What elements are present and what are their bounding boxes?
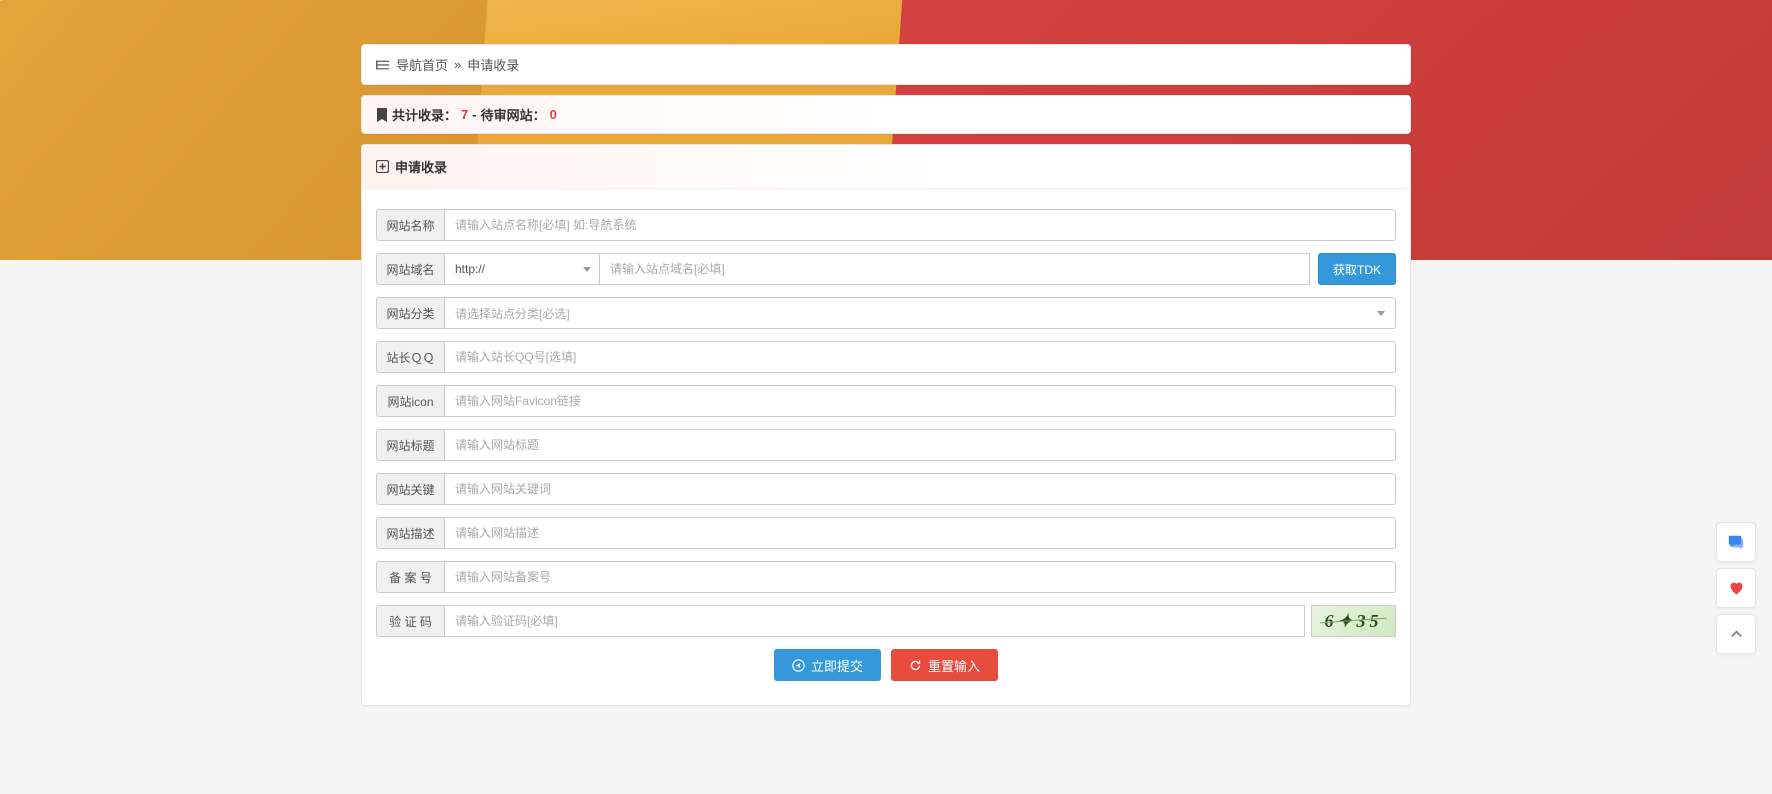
category-select[interactable]: 请选择站点分类[必选] [444,297,1396,329]
stats-pending-value: 0 [550,107,557,122]
get-tdk-button[interactable]: 获取TDK [1318,253,1396,285]
site-name-input[interactable] [444,209,1396,241]
label-keywords: 网站关键 [376,473,444,505]
submit-label: 立即提交 [811,656,863,675]
protocol-select[interactable]: http:// [444,253,599,285]
qq-input[interactable] [444,341,1396,373]
label-icon: 网站icon [376,385,444,417]
label-captcha: 验 证 码 [376,605,444,637]
stats-bar: 共计收录： 7 - 待审网站： 0 [361,95,1411,134]
breadcrumb-current: 申请收录 [467,55,519,74]
form-panel-header: 申请收录 [362,145,1410,189]
chat-icon [1727,533,1745,551]
side-toolbar [1716,522,1756,654]
caret-down-icon [1377,311,1385,316]
stats-total-value: 7 [461,107,468,122]
title-input[interactable] [444,429,1396,461]
label-description: 网站描述 [376,517,444,549]
breadcrumb-separator: » [454,57,461,72]
caret-down-icon [583,267,591,272]
captcha-input[interactable] [444,605,1305,637]
feedback-button[interactable] [1716,522,1756,562]
beian-input[interactable] [444,561,1396,593]
label-category: 网站分类 [376,297,444,329]
label-beian: 备 案 号 [376,561,444,593]
label-qq: 站长ＱＱ [376,341,444,373]
domain-input[interactable] [599,253,1310,285]
heart-icon [1728,580,1745,597]
label-site-name: 网站名称 [376,209,444,241]
icon-input[interactable] [444,385,1396,417]
nav-icon [376,58,390,72]
submit-button[interactable]: 立即提交 [774,649,881,681]
label-title: 网站标题 [376,429,444,461]
category-placeholder: 请选择站点分类[必选] [455,305,570,322]
send-icon [792,659,805,672]
stats-separator: - [472,107,476,122]
description-input[interactable] [444,517,1396,549]
stats-total-label: 共计收录： [392,105,457,124]
form-panel: 申请收录 网站名称 网站域名 http:// 获取TDK 网站分类 请选择站点分… [361,144,1411,706]
form-title: 申请收录 [395,157,447,176]
breadcrumb: 导航首页 » 申请收录 [361,44,1411,85]
favorite-button[interactable] [1716,568,1756,608]
label-domain: 网站域名 [376,253,444,285]
reset-button[interactable]: 重置输入 [891,649,998,681]
scroll-top-button[interactable] [1716,614,1756,654]
captcha-image[interactable]: 6✦35 [1311,605,1396,637]
reset-label: 重置输入 [928,656,980,675]
protocol-value: http:// [455,262,485,276]
keywords-input[interactable] [444,473,1396,505]
breadcrumb-home-link[interactable]: 导航首页 [396,55,448,74]
stats-pending-label: 待审网站： [481,105,546,124]
bookmark-icon [376,108,388,122]
plus-square-icon [376,160,389,173]
chevron-up-icon [1729,627,1744,642]
refresh-icon [909,659,922,672]
